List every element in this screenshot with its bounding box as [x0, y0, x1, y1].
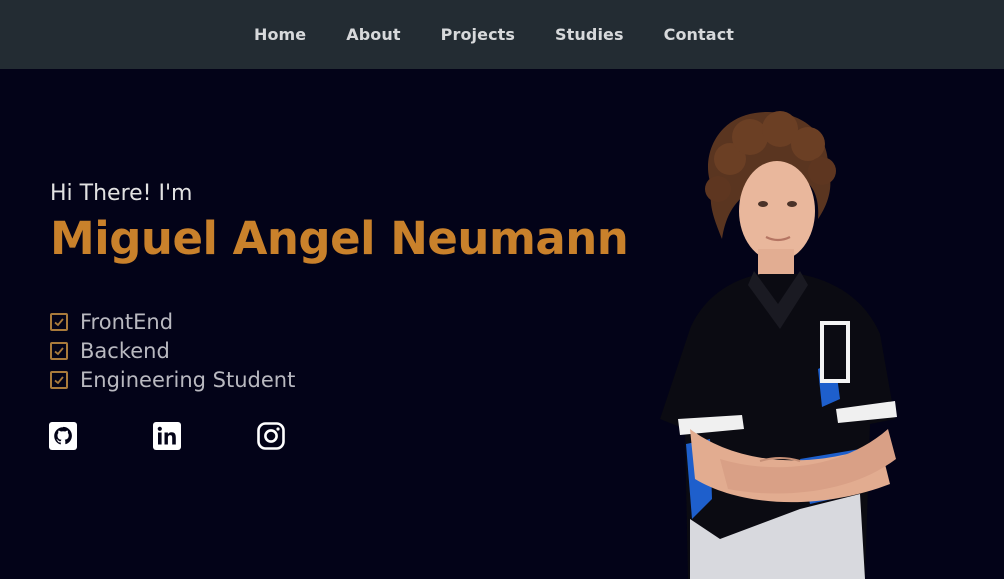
skills-list: FrontEnd Backend Engineering Student	[50, 307, 295, 394]
skill-item: Backend	[50, 336, 295, 365]
skill-item: Engineering Student	[50, 365, 295, 394]
instagram-link[interactable]	[257, 422, 285, 450]
skill-item: FrontEnd	[50, 307, 295, 336]
nav-home-link[interactable]: Home	[254, 25, 306, 44]
profile-photo	[660, 111, 897, 579]
checkbox-icon	[50, 341, 68, 360]
github-link[interactable]	[49, 422, 77, 450]
nav-projects-link[interactable]: Projects	[441, 25, 515, 44]
skill-label: FrontEnd	[80, 309, 174, 334]
hero-section: Hi There! I'm Miguel Angel Neumann Front…	[0, 69, 1004, 579]
linkedin-link[interactable]	[153, 422, 181, 450]
instagram-icon	[257, 422, 285, 450]
github-icon	[49, 422, 77, 450]
nav-list: Home About Projects Studies Contact	[254, 25, 734, 44]
checkbox-icon	[50, 312, 68, 331]
skill-label: Engineering Student	[80, 367, 296, 392]
hero-name: Miguel Angel Neumann	[50, 212, 629, 265]
nav-about-link[interactable]: About	[346, 25, 400, 44]
nav-contact-link[interactable]: Contact	[664, 25, 734, 44]
nav-studies-link[interactable]: Studies	[555, 25, 624, 44]
top-navbar: Home About Projects Studies Contact	[0, 0, 1004, 69]
social-links	[49, 422, 285, 450]
linkedin-icon	[153, 422, 181, 450]
checkbox-icon	[50, 370, 68, 389]
hero-greeting: Hi There! I'm	[50, 181, 193, 206]
skill-label: Backend	[80, 338, 170, 363]
